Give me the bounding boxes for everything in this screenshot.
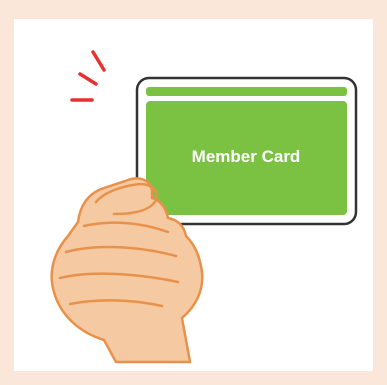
card-top-strip xyxy=(146,87,347,96)
card-label: Member Card xyxy=(192,147,301,166)
motion-mark xyxy=(78,72,98,86)
member-card-illustration: Member Card xyxy=(50,50,358,364)
motion-marks-icon xyxy=(70,50,106,102)
member-card: Member Card xyxy=(135,76,358,226)
motion-mark xyxy=(91,50,106,72)
